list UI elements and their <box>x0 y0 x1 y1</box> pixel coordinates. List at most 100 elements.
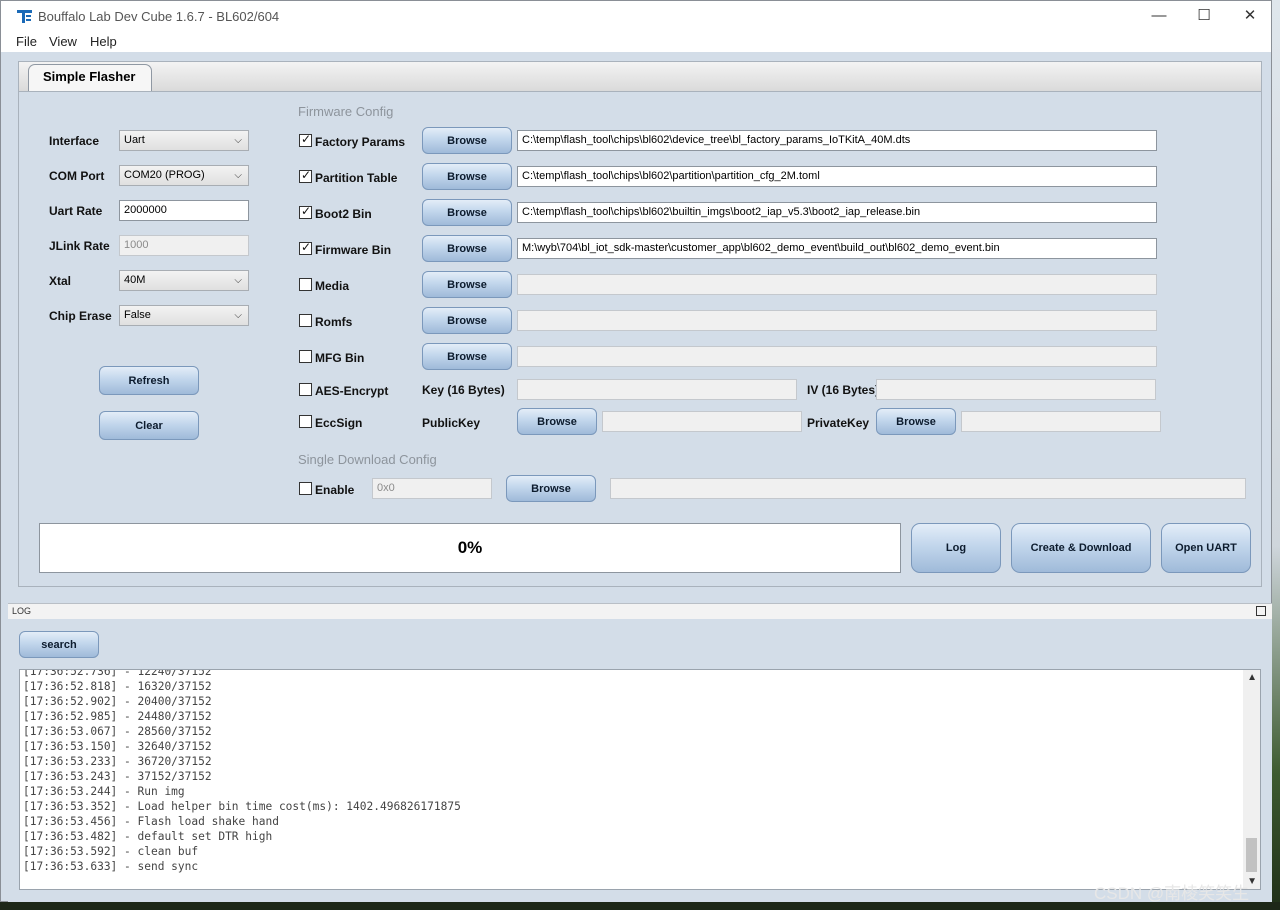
log-line: [17:36:53.456] - Flash load shake hand <box>23 815 279 828</box>
create-download-button[interactable]: Create & Download <box>1011 523 1151 573</box>
eccsign-label: EccSign <box>315 416 363 430</box>
jlink-rate-input: 1000 <box>119 235 249 256</box>
log-dock-header: LOG <box>8 603 1272 619</box>
csdn-watermark: CSDN @南棱笑笑生 <box>1094 884 1250 903</box>
chevron-down-icon: ⌵ <box>234 310 242 321</box>
open-uart-button[interactable]: Open UART <box>1161 523 1251 573</box>
firmware-bin-browse-button[interactable]: Browse <box>422 235 512 262</box>
xtal-select[interactable]: 40M ⌵ <box>119 270 249 291</box>
factory-params-path[interactable]: C:\temp\flash_tool\chips\bl602\device_tr… <box>517 130 1157 151</box>
uart-rate-input[interactable]: 2000000 <box>119 200 249 221</box>
maximize-button[interactable]: ☐ <box>1181 5 1227 29</box>
chevron-down-icon: ⌵ <box>234 275 242 286</box>
private-key-label: PrivateKey <box>807 416 870 430</box>
log-dock-title: LOG <box>12 606 32 616</box>
xtal-value: 40M <box>124 274 146 286</box>
boot2-bin-label: Boot2 Bin <box>315 207 372 221</box>
clear-button[interactable]: Clear <box>99 411 199 440</box>
firmware-bin-checkbox[interactable] <box>299 240 312 255</box>
boot2-bin-checkbox[interactable] <box>299 204 312 219</box>
chip-erase-value: False <box>124 309 151 321</box>
aes-encrypt-label: AES-Encrypt <box>315 384 389 398</box>
menu-help[interactable]: Help <box>90 34 117 49</box>
partition-table-browse-button[interactable]: Browse <box>422 163 512 190</box>
partition-table-path[interactable]: C:\temp\flash_tool\chips\bl602\partition… <box>517 166 1157 187</box>
window-title: Bouffalo Lab Dev Cube 1.6.7 - BL602/604 <box>38 9 280 24</box>
single-enable-label: Enable <box>315 483 355 497</box>
media-checkbox[interactable] <box>299 278 312 291</box>
chevron-down-icon: ⌵ <box>234 135 242 146</box>
log-line: [17:36:52.736] - 12240/37152 <box>23 669 212 678</box>
scrollbar-thumb[interactable] <box>1246 838 1257 872</box>
media-browse-button[interactable]: Browse <box>422 271 512 298</box>
title-bar[interactable]: Bouffalo Lab Dev Cube 1.6.7 - BL602/604 … <box>1 1 1271 32</box>
log-line: [17:36:53.067] - 28560/37152 <box>23 725 212 738</box>
minimize-button[interactable]: — <box>1136 5 1182 29</box>
media-label: Media <box>315 279 350 293</box>
tab-simple-flasher[interactable]: Simple Flasher <box>28 64 152 92</box>
interface-select[interactable]: Uart ⌵ <box>119 130 249 151</box>
mfg-bin-checkbox[interactable] <box>299 350 312 363</box>
single-address-input: 0x0 <box>372 478 492 499</box>
public-key-label: PublicKey <box>422 416 481 430</box>
log-line: [17:36:52.818] - 16320/37152 <box>23 680 212 693</box>
xtal-label: Xtal <box>49 274 72 288</box>
mfg-bin-browse-button[interactable]: Browse <box>422 343 512 370</box>
firmware-bin-label: Firmware Bin <box>315 243 392 257</box>
single-enable-checkbox[interactable] <box>299 482 312 495</box>
log-line: [17:36:53.244] - Run img <box>23 785 185 798</box>
factory-params-checkbox[interactable] <box>299 132 312 147</box>
firmware-bin-path[interactable]: M:\wyb\704\bl_iot_sdk-master\customer_ap… <box>517 238 1157 259</box>
public-key-browse-button[interactable]: Browse <box>517 408 597 435</box>
single-browse-button[interactable]: Browse <box>506 475 596 502</box>
log-line: [17:36:53.482] - default set DTR high <box>23 830 273 843</box>
float-window-icon[interactable] <box>1256 606 1266 616</box>
romfs-browse-button[interactable]: Browse <box>422 307 512 334</box>
close-button[interactable]: ✕ <box>1227 5 1273 29</box>
aes-iv-input <box>876 379 1156 400</box>
romfs-label: Romfs <box>315 315 353 329</box>
chevron-up-icon[interactable]: ▲ <box>1247 672 1257 683</box>
chip-erase-label: Chip Erase <box>49 309 112 323</box>
log-line: [17:36:53.352] - Load helper bin time co… <box>23 800 461 813</box>
desktop-background-bottom <box>0 902 1280 910</box>
media-path <box>517 274 1157 295</box>
romfs-path <box>517 310 1157 331</box>
progress-text: 0% <box>457 538 483 557</box>
interface-value: Uart <box>124 134 145 146</box>
log-line: [17:36:53.150] - 32640/37152 <box>23 740 212 753</box>
aes-key-label: Key (16 Bytes) <box>422 383 505 397</box>
log-output[interactable]: [17:36:52.736] - 12240/37152 [17:36:52.8… <box>19 669 1261 890</box>
log-line: [17:36:52.985] - 24480/37152 <box>23 710 212 723</box>
com-port-value: COM20 (PROG) <box>124 169 205 181</box>
factory-params-label: Factory Params <box>315 135 406 149</box>
eccsign-checkbox[interactable] <box>299 415 312 428</box>
aes-encrypt-checkbox[interactable] <box>299 383 312 396</box>
partition-table-checkbox[interactable] <box>299 168 312 183</box>
chevron-down-icon: ⌵ <box>234 170 242 181</box>
log-line: [17:36:53.592] - clean buf <box>23 845 199 858</box>
mfg-bin-path <box>517 346 1157 367</box>
partition-table-label: Partition Table <box>315 171 398 185</box>
factory-params-browse-button[interactable]: Browse <box>422 127 512 154</box>
boot2-bin-browse-button[interactable]: Browse <box>422 199 512 226</box>
interface-label: Interface <box>49 134 100 148</box>
boot2-bin-path[interactable]: C:\temp\flash_tool\chips\bl602\builtin_i… <box>517 202 1157 223</box>
single-path-input <box>610 478 1246 499</box>
private-key-browse-button[interactable]: Browse <box>876 408 956 435</box>
public-key-path <box>602 411 802 432</box>
refresh-button[interactable]: Refresh <box>99 366 199 395</box>
menu-view[interactable]: View <box>49 34 77 49</box>
com-port-label: COM Port <box>49 169 105 183</box>
chip-erase-select[interactable]: False ⌵ <box>119 305 249 326</box>
jlink-rate-label: JLink Rate <box>49 239 110 253</box>
log-line: [17:36:53.243] - 37152/37152 <box>23 770 212 783</box>
log-line: [17:36:53.233] - 36720/37152 <box>23 755 212 768</box>
search-button[interactable]: search <box>19 631 99 658</box>
menu-file[interactable]: File <box>16 34 37 49</box>
com-port-select[interactable]: COM20 (PROG) ⌵ <box>119 165 249 186</box>
log-button[interactable]: Log <box>911 523 1001 573</box>
log-scrollbar[interactable]: ▲ ▼ <box>1243 670 1260 889</box>
romfs-checkbox[interactable] <box>299 314 312 327</box>
log-line: [17:36:52.902] - 20400/37152 <box>23 695 212 708</box>
